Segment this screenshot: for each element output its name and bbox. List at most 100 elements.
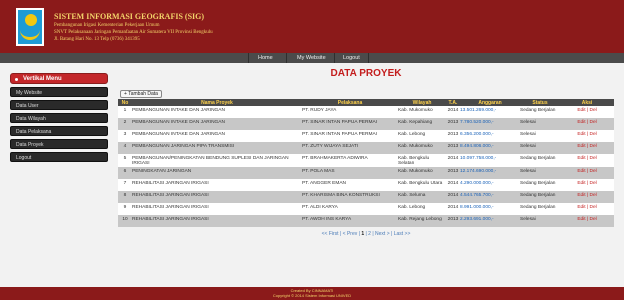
cell-nama-proyek: PEMBANGUNAN INTAKE DAN JARINGAN [132,118,302,130]
cell-status: Sedang Berjalan [520,106,560,118]
cell-pelaksana: PT. KHARISMA BINA KONSTRUKSI [302,190,398,203]
footer-copyright: Copyright © 2014 Sistem Informasi UNIVED [272,292,352,298]
cell-status: Sedang Berjalan [520,190,560,203]
cell-aksi[interactable]: Edit | Del [560,118,614,130]
cell-pelaksana: PT. BRAHMAKERTA ADIWIRA [302,154,398,167]
cell-wilayah: Kab. Bengkulu Selatan [398,154,446,167]
sidebar-item-data-wilayah[interactable]: Data Wilayah [10,113,108,123]
sidebar-item-data-pelaksana[interactable]: Data Pelaksana [10,126,108,136]
page-title: DATA PROYEK [330,68,402,79]
nav-logout[interactable]: Logout [343,55,360,61]
cell-pelaksana: PT. SINAR INTAN PAPUA PERMAI [302,118,398,130]
header-address: Jl. Batang Hari No. 13 Telp (0736) 34139… [54,37,140,42]
nav-my-website[interactable]: My Website [297,55,326,61]
cell-wilayah: Kab. Mukomuko [398,142,446,154]
header-subtitle-2: SNVT Pelaksanaan Jaringan Pemanfaatan Ai… [54,30,213,35]
column-header-nama-proyek: Nama Proyek [132,99,302,106]
cell-status: Selesai [520,118,560,130]
cell-anggaran: 8.494.806.000,- [460,142,520,154]
pager-page-1: 1 [361,230,365,237]
pager-page-2[interactable]: 2 [368,231,371,237]
cell-no: 10 [118,214,132,227]
sidebar-item-my-website[interactable]: My Website [10,87,108,97]
column-header-wilayah: Wilayah [398,99,446,106]
pager-prev[interactable]: < Prev [343,231,358,237]
cell-aksi[interactable]: Edit | Del [560,214,614,227]
cell-nama-proyek: REHABILITASI JARINGAN IRIGASI [132,214,302,227]
cell-anggaran: 6.356.200.000,- [460,130,520,142]
cell-nama-proyek: PEMBANGUNAN INTAKE DAN JARINGAN [132,130,302,142]
cell-aksi[interactable]: Edit | Del [560,202,614,215]
cell-status: Selesai [520,142,560,154]
cell-status: Sedang Berjalan [520,178,560,191]
cell-wilayah: Kab. Mukomuko [398,106,446,118]
cell-anggaran: 13.501.269.000,- [460,106,520,118]
column-header-pelaksana: Pelaksana [302,99,398,106]
table-row: 9 REHABILITASI JARINGAN IRIGASI PT. ALDI K… [118,202,614,215]
pager-first[interactable]: << First [322,231,339,237]
cell-ta: 2014 [446,106,460,118]
column-header-status: Status [520,99,560,106]
main-content: DATA PROYEK + Tambah Data No Nama Proyek P… [118,66,614,237]
cell-status: Selesai [520,130,560,142]
cell-nama-proyek: PEMBANGUNAN INTAKE DAN JARINGAN [132,106,302,118]
cell-wilayah: Kab. Kepahiang [398,118,446,130]
cell-pelaksana: PT. SINAR INTAN PAPUA PERMAI [302,130,398,142]
column-header-aksi: Aksi [560,99,614,106]
project-table: No Nama Proyek Pelaksana Wilayah T.A. Anggara… [118,99,614,227]
cell-no: 4 [118,142,132,154]
cell-no: 1 [118,106,132,118]
sidebar-item-data-proyek[interactable]: Data Proyek [10,139,108,149]
cell-ta: 2013 [446,166,460,179]
pager-last[interactable]: Last >> [394,231,411,237]
cell-status: Selesai [520,214,560,227]
cell-wilayah: Kab. Seluma [398,190,446,203]
site-title: SISTEM INFORMASI GEOGRAFIS (SIG) [54,12,205,21]
site-header: SISTEM INFORMASI GEOGRAFIS (SIG) Pembang… [0,0,624,53]
cell-anggaran: 12.174.690.000,- [460,166,520,179]
table-row: 10 REHABILITASI JARINGAN IRIGASI PT. AWOH … [118,214,614,227]
cell-wilayah: Kab. Bengkulu Utara [398,178,446,191]
cell-aksi[interactable]: Edit | Del [560,106,614,118]
cell-anggaran: 10.097.758.000,- [460,154,520,167]
cell-ta: 2014 [446,178,460,191]
cell-nama-proyek: PEMBANGUNAN/PENINGKATAN BENDUNG SUPLESI … [132,154,302,167]
cell-nama-proyek: PENINGKATAN JARINGAN [132,166,302,179]
cell-anggaran: 8.991.000.000,- [460,202,520,215]
cell-status: Sedang Berjalan [520,202,560,215]
cell-pelaksana: PT. AWOH INS KARYA [302,214,398,227]
cell-aksi[interactable]: Edit | Del [560,154,614,167]
column-header-no: No [118,99,132,106]
cell-wilayah: Kab. Mukomuko [398,166,446,179]
cell-ta: 2014 [446,202,460,215]
nav-home[interactable]: Home [258,55,273,61]
site-footer: Created By CINNAMATI Copyright © 2014 Si… [0,287,624,300]
cell-ta: 2014 [446,190,460,203]
sidebar-item-data-user[interactable]: Data User [10,100,108,110]
cell-no: 9 [118,202,132,215]
cell-ta: 2013 [446,130,460,142]
cell-aksi[interactable]: Edit | Del [560,142,614,154]
cell-aksi[interactable]: Edit | Del [560,178,614,191]
cell-nama-proyek: REHABILITASI JARINGAN IRIGASI [132,178,302,191]
sidebar: Vertikal Menu My Website Data User Data … [10,73,108,162]
cell-no: 5 [118,154,132,167]
cell-nama-proyek: REHABILITASI JARINGAN IRIGASI [132,202,302,215]
cell-aksi[interactable]: Edit | Del [560,190,614,203]
add-data-button[interactable]: + Tambah Data [120,90,162,98]
cell-status: Sedang Berjalan [520,154,560,167]
cell-status: Selesai [520,166,560,179]
pager-next[interactable]: Next > [375,231,390,237]
table-row: 7 REHABILITASI JARINGAN IRIGASI PT. ANGGER… [118,178,614,191]
table-row: 1 PEMBANGUNAN INTAKE DAN JARINGAN PT. RUDY… [118,106,614,118]
sidebar-item-logout[interactable]: Logout [10,152,108,162]
cell-aksi[interactable]: Edit | Del [560,166,614,179]
cell-no: 6 [118,166,132,179]
header-subtitle-1: Pembangunan Irigasi Kementerian Pekerjaa… [54,23,160,28]
cell-anggaran: 4.290.000.000,- [460,178,520,191]
cell-no: 7 [118,178,132,191]
cell-wilayah: Kab. Rejang Lebong [398,214,446,227]
cell-pelaksana: PT. POLA MAS [302,166,398,179]
table-row: 3 PEMBANGUNAN INTAKE DAN JARINGAN PT. SINA… [118,130,614,142]
cell-aksi[interactable]: Edit | Del [560,130,614,142]
